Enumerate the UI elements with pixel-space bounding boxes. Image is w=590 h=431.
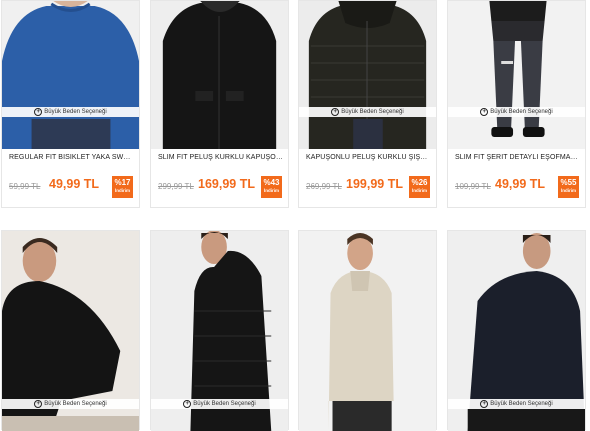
discount-badge: %43 İndirim	[261, 176, 282, 198]
product-card[interactable]: + Büyük Beden Seçeneği SLİM FİT ŞERİT DE…	[447, 0, 586, 208]
plus-circle-icon: +	[331, 108, 340, 116]
product-card[interactable]: SLİM FİT PELUŞ KÜRKLÜ KAPÜŞONLU MONT 299…	[150, 0, 289, 208]
discount-badge: %17 İndirim	[112, 176, 133, 198]
plus-circle-icon: +	[183, 400, 192, 408]
product-image[interactable]	[2, 1, 139, 149]
old-price: 299,99 TL	[158, 182, 194, 191]
plus-circle-icon: +	[34, 108, 43, 116]
discount-badge: %26 İndirim	[409, 176, 430, 198]
old-price: 269,99 TL	[306, 182, 342, 191]
new-price: 49,99 TL	[495, 177, 546, 191]
discount-badge: %55 İndirim	[558, 176, 579, 198]
product-card[interactable]: + Büyük Beden Seçeneği KAPÜŞONLU PELUŞ K…	[298, 0, 437, 208]
product-title[interactable]: KAPÜŞONLU PELUŞ KÜRKLÜ ŞİŞME KABAN	[306, 154, 432, 161]
old-price: 109,99 TL	[455, 182, 491, 191]
discount-label: İndirim	[263, 188, 279, 193]
product-card[interactable]	[298, 230, 437, 431]
size-option[interactable]: + Büyük Beden Seçeneği	[2, 107, 139, 117]
size-option-label: Büyük Beden Seçeneği	[341, 109, 404, 115]
size-option-label: Büyük Beden Seçeneği	[193, 401, 256, 407]
discount-percent: %17	[114, 178, 131, 187]
product-image[interactable]	[299, 231, 436, 431]
size-option-label: Büyük Beden Seçeneği	[490, 109, 553, 115]
product-card[interactable]: + Büyük Beden Seçeneği	[150, 230, 289, 431]
plus-circle-icon: +	[480, 400, 489, 408]
discount-label: İndirim	[560, 188, 576, 193]
product-title[interactable]: REGULAR FİT BİSİKLET YAKA SWEATSHİRT	[9, 154, 135, 161]
size-option[interactable]: + Büyük Beden Seçeneği	[2, 399, 139, 409]
size-option-label: Büyük Beden Seçeneği	[44, 401, 107, 407]
new-price: 169,99 TL	[198, 177, 255, 191]
product-card[interactable]: + Büyük Beden Seçeneği	[447, 230, 586, 431]
product-image[interactable]	[448, 1, 585, 149]
discount-label: İndirim	[411, 188, 427, 193]
size-option-label: Büyük Beden Seçeneği	[44, 109, 107, 115]
discount-percent: %55	[560, 178, 577, 187]
discount-percent: %26	[411, 178, 428, 187]
size-option[interactable]: + Büyük Beden Seçeneği	[299, 107, 436, 117]
size-option[interactable]: + Büyük Beden Seçeneği	[151, 399, 288, 409]
discount-percent: %43	[263, 178, 280, 187]
plus-circle-icon: +	[480, 108, 489, 116]
product-card[interactable]: + Büyük Beden Seçeneği	[1, 230, 140, 431]
product-title[interactable]: SLİM FİT PELUŞ KÜRKLÜ KAPÜŞONLU MONT	[158, 154, 284, 161]
size-option[interactable]: + Büyük Beden Seçeneği	[448, 107, 585, 117]
product-image[interactable]	[299, 1, 436, 149]
old-price: 59,99 TL	[9, 182, 41, 191]
discount-label: İndirim	[114, 188, 130, 193]
new-price: 49,99 TL	[49, 177, 100, 191]
product-title[interactable]: SLİM FİT ŞERİT DETAYLI EŞOFMAN ALTI	[455, 154, 581, 161]
product-image[interactable]	[151, 1, 288, 149]
plus-circle-icon: +	[34, 400, 43, 408]
new-price: 199,99 TL	[346, 177, 403, 191]
size-option-label: Büyük Beden Seçeneği	[490, 401, 553, 407]
size-option[interactable]: + Büyük Beden Seçeneği	[448, 399, 585, 409]
product-card[interactable]: + Büyük Beden Seçeneği REGULAR FİT BİSİK…	[1, 0, 140, 208]
